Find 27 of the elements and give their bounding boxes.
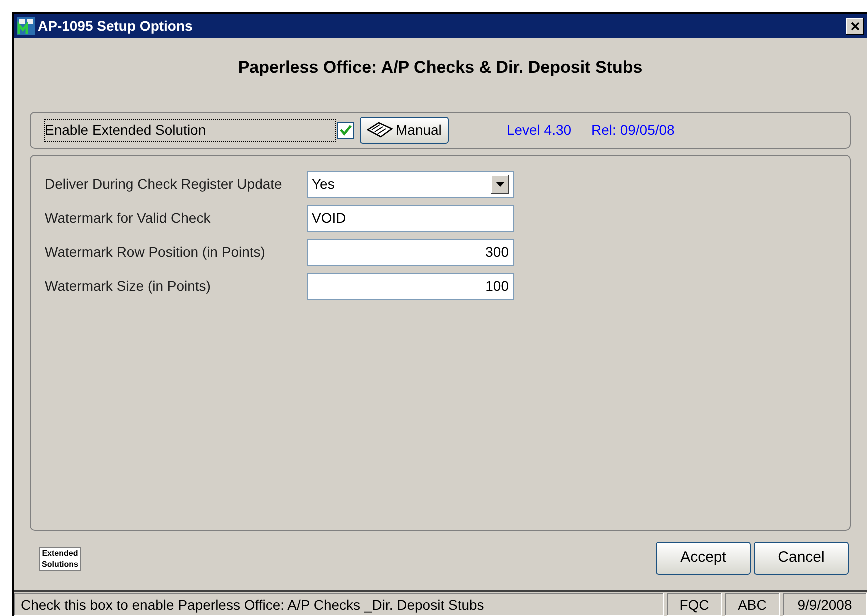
checkmark-icon (340, 124, 352, 136)
status-message: Check this box to enable Paperless Office: A/P Checks _Dir. Deposit Stubs (14, 593, 664, 616)
close-icon (850, 22, 860, 30)
book-icon (367, 121, 393, 139)
extended-solutions-logo: Extended Solutions (39, 546, 82, 570)
release-date: Rel: 09/05/08 (592, 120, 675, 140)
checkbox[interactable] (337, 122, 354, 138)
app-icon (17, 17, 35, 35)
field-label: Deliver During Check Register Update (45, 175, 284, 194)
field-label: Watermark Row Position (in Points) (45, 243, 266, 262)
version-level: Level 4.30 (506, 120, 572, 140)
field-label: Watermark Size (in Points) (45, 277, 212, 296)
manual-button[interactable]: Manual (360, 116, 449, 144)
dialog-button[interactable]: Accept (656, 542, 751, 575)
input-field[interactable]: 300 (307, 239, 514, 266)
dropdown-field[interactable]: Yes (307, 171, 514, 198)
input-field[interactable]: VOID (307, 205, 514, 232)
input-field[interactable]: 100 (307, 273, 514, 300)
status-panel: ABC (725, 593, 780, 616)
checkbox-label: Enable Extended Solution (45, 120, 335, 140)
dialog-button[interactable]: Cancel (754, 542, 849, 575)
dialog-heading: Paperless Office: A/P Checks & Dir. Deposit Stubs (238, 57, 643, 79)
status-panel: FQC (667, 593, 722, 616)
window-title: AP-1095 Setup Options (38, 16, 194, 36)
field-label: Watermark for Valid Check (45, 209, 212, 228)
close-button[interactable] (846, 18, 864, 34)
status-panel: 9/9/2008 (783, 593, 867, 616)
